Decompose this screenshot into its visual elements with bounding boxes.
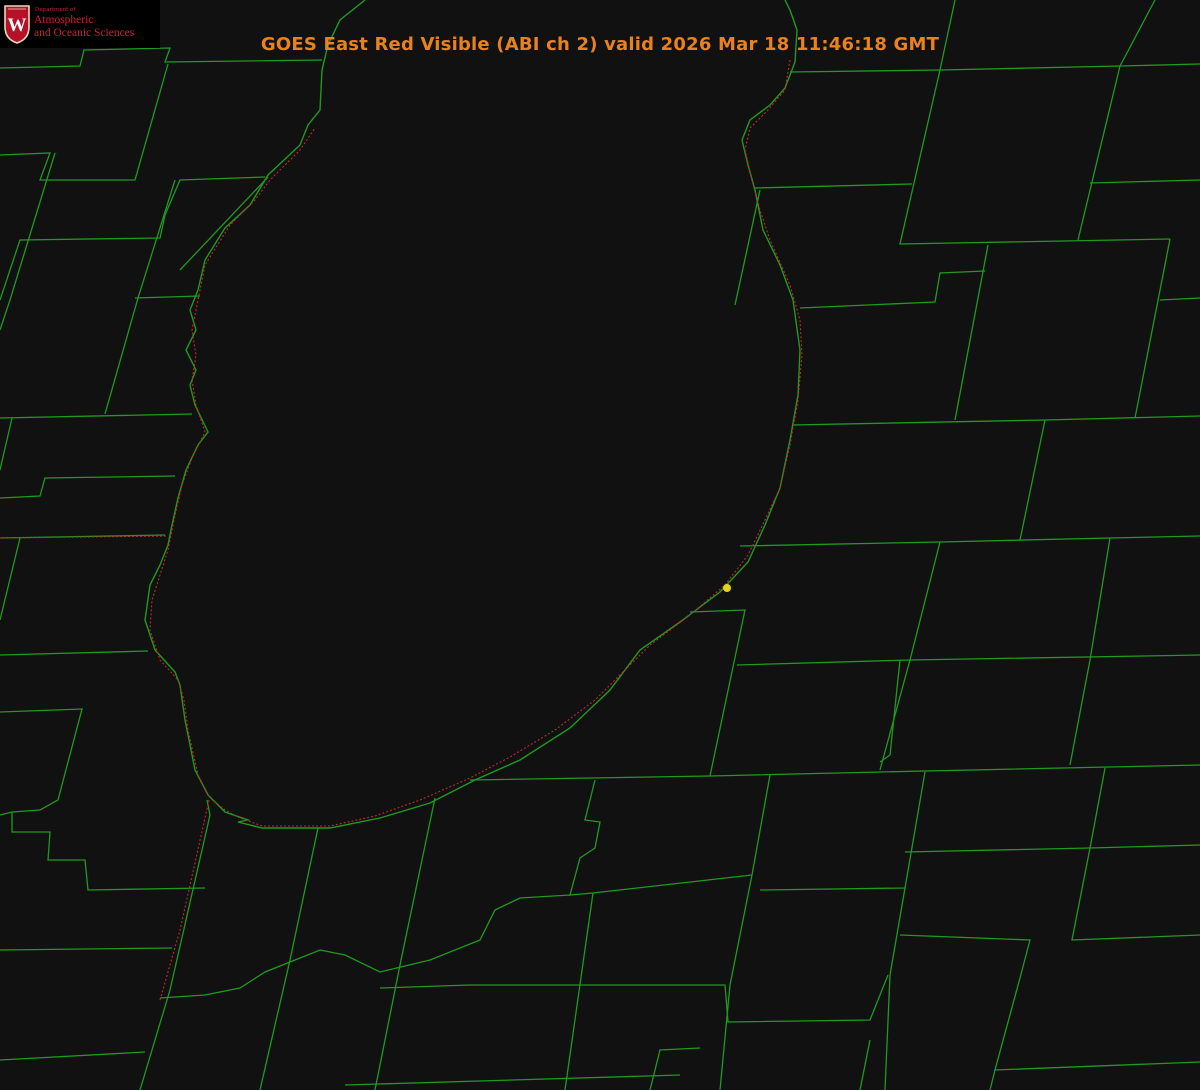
map-overlay [0, 0, 1200, 1090]
product-title: GOES East Red Visible (ABI ch 2) valid 2… [260, 34, 940, 55]
logo-department-text: Department of [35, 7, 76, 13]
location-marker [723, 584, 731, 592]
crest-letter: W [8, 15, 27, 36]
logo-name-line1: Atmospheric [34, 14, 94, 26]
satellite-map-view: W Department of Atmospheric and Oceanic … [0, 0, 1200, 1090]
background [0, 0, 1200, 1090]
